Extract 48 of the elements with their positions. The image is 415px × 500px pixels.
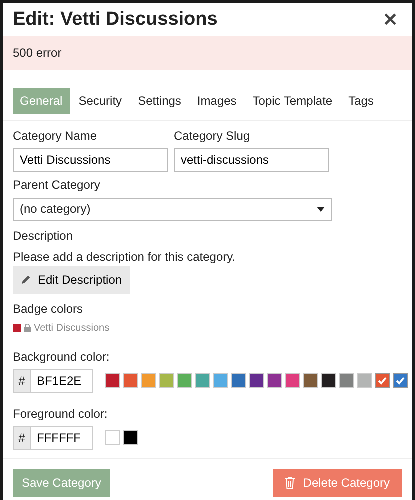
hash-prefix: # [13, 368, 31, 393]
color-swatch[interactable] [267, 373, 282, 388]
field-label: Description [13, 228, 74, 245]
color-swatch[interactable] [321, 373, 336, 388]
color-swatch[interactable] [177, 373, 192, 388]
caret-icon [317, 206, 325, 212]
color-swatch[interactable] [393, 373, 408, 388]
color-swatch[interactable] [105, 373, 120, 388]
description-text: Please add a description for this category. [13, 248, 237, 266]
error-alert: 500 error [3, 36, 412, 70]
hash-prefix: # [13, 426, 31, 450]
color-swatch[interactable] [339, 373, 354, 388]
hex-color-field[interactable]: BF1E2E [31, 368, 93, 393]
color-swatch[interactable] [285, 373, 300, 388]
color-swatch[interactable] [231, 373, 246, 388]
color-swatch[interactable] [195, 373, 210, 388]
color-swatch[interactable] [213, 373, 228, 388]
tab[interactable]: Tags [342, 88, 381, 114]
field-label: Badge colors [13, 300, 84, 318]
modal-title: Edit: Vetti Discussions [13, 9, 218, 32]
trash-icon [285, 476, 296, 489]
tab[interactable]: Security [72, 88, 130, 114]
color-swatch[interactable] [123, 430, 138, 446]
field-label: Parent Category [13, 178, 102, 194]
color-swatch[interactable] [249, 373, 264, 388]
hex-color-field[interactable]: FFFFFF [31, 426, 93, 450]
text-field[interactable]: vetti-discussions [174, 148, 329, 172]
field-label: Background color: [13, 348, 111, 366]
color-swatch[interactable] [105, 430, 120, 446]
color-swatch[interactable] [303, 373, 318, 388]
badge-label: Vetti Discussions [34, 322, 110, 336]
tab[interactable]: Topic Template [246, 88, 340, 114]
text-field[interactable]: Vetti Discussions [13, 148, 168, 172]
tab[interactable]: Images [190, 88, 244, 114]
color-swatch[interactable] [141, 373, 156, 388]
edit-description-button[interactable]: Edit Description [13, 266, 130, 294]
field-label: Foreground color: [13, 406, 109, 423]
field-label: Category Slug [174, 128, 252, 144]
color-swatch[interactable] [357, 373, 372, 388]
close-button[interactable]: ✕ [379, 11, 402, 30]
color-swatch[interactable] [159, 373, 174, 388]
category-dropdown[interactable]: (no category) [13, 198, 332, 221]
pencil-icon [21, 274, 32, 286]
tab[interactable]: Settings [131, 88, 188, 114]
color-swatch[interactable] [123, 373, 138, 388]
color-swatch[interactable] [375, 373, 390, 388]
field-label: Category Name [13, 128, 98, 144]
lock-icon [24, 324, 31, 332]
